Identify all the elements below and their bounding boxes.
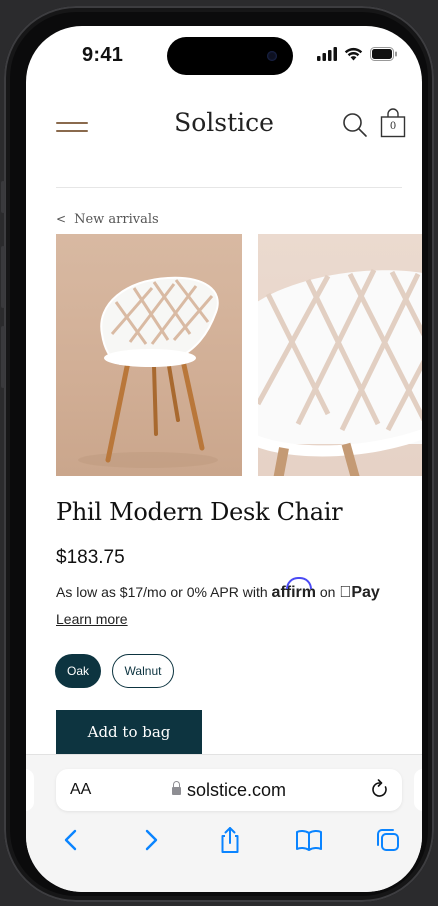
search-icon[interactable] <box>342 112 368 138</box>
breadcrumb-label: New arrivals <box>74 212 159 227</box>
next-tab-preview[interactable] <box>414 769 422 811</box>
address-bar[interactable]: AA solstice.com <box>56 769 402 811</box>
url-text: solstice.com <box>186 780 287 800</box>
breadcrumb[interactable]: < New arrivals <box>56 212 159 227</box>
option-oak[interactable]: Oak <box>55 654 101 688</box>
share-icon[interactable] <box>215 825 245 855</box>
bookmarks-icon[interactable] <box>294 825 324 855</box>
chevron-left-icon: < <box>56 212 67 226</box>
site-header: Solstice 0 <box>26 106 422 166</box>
forward-icon[interactable] <box>136 825 166 855</box>
tabs-icon[interactable] <box>373 825 403 855</box>
browser-nav <box>26 825 422 855</box>
option-walnut[interactable]: Walnut <box>112 654 174 688</box>
product-gallery[interactable] <box>56 234 422 476</box>
volume-down-button <box>1 326 5 388</box>
product-image-2[interactable] <box>258 234 422 476</box>
action-button <box>1 181 5 213</box>
back-icon[interactable] <box>56 825 86 855</box>
previous-tab-preview[interactable] <box>26 769 34 811</box>
shopping-bag-button[interactable]: 0 <box>380 108 406 138</box>
bag-count: 0 <box>389 121 397 132</box>
learn-more-link[interactable]: Learn more <box>56 611 128 627</box>
volume-up-button <box>1 246 5 308</box>
wifi-icon <box>344 47 363 61</box>
product-price: $183.75 <box>56 547 125 568</box>
affirm-logo: affirm <box>272 577 316 602</box>
apple-pay-logo: Pay <box>339 584 379 601</box>
product-image-1[interactable] <box>56 234 242 476</box>
chair-photo <box>78 276 219 468</box>
url-display[interactable]: solstice.com <box>56 780 402 801</box>
screen: 9:41 Solstice 0 < New arrivals Phil Mode… <box>26 26 422 892</box>
status-bar: 9:41 <box>26 26 422 86</box>
battery-icon <box>370 47 397 61</box>
dynamic-island <box>167 37 293 75</box>
cellular-signal-icon <box>317 47 337 61</box>
safari-toolbar: AA solstice.com <box>26 754 422 892</box>
reload-icon[interactable] <box>370 778 390 800</box>
apple-icon:  <box>339 584 351 601</box>
status-time: 9:41 <box>82 44 124 66</box>
financing-message: As low as $17/mo or 0% APR with affirm o… <box>56 577 380 602</box>
financing-on: on <box>319 584 336 600</box>
chair-closeup-photo <box>258 268 422 476</box>
add-to-bag-button[interactable]: Add to bag <box>56 710 202 754</box>
status-icons <box>317 46 398 62</box>
apple-pay-label: Pay <box>339 584 379 601</box>
lock-icon <box>171 781 181 795</box>
financing-text: As low as $17/mo or 0% APR with <box>56 584 268 600</box>
header-divider <box>56 187 402 188</box>
phone-frame: 9:41 Solstice 0 < New arrivals Phil Mode… <box>1 6 434 902</box>
product-title: Phil Modern Desk Chair <box>56 498 343 526</box>
camera-icon <box>267 51 277 61</box>
